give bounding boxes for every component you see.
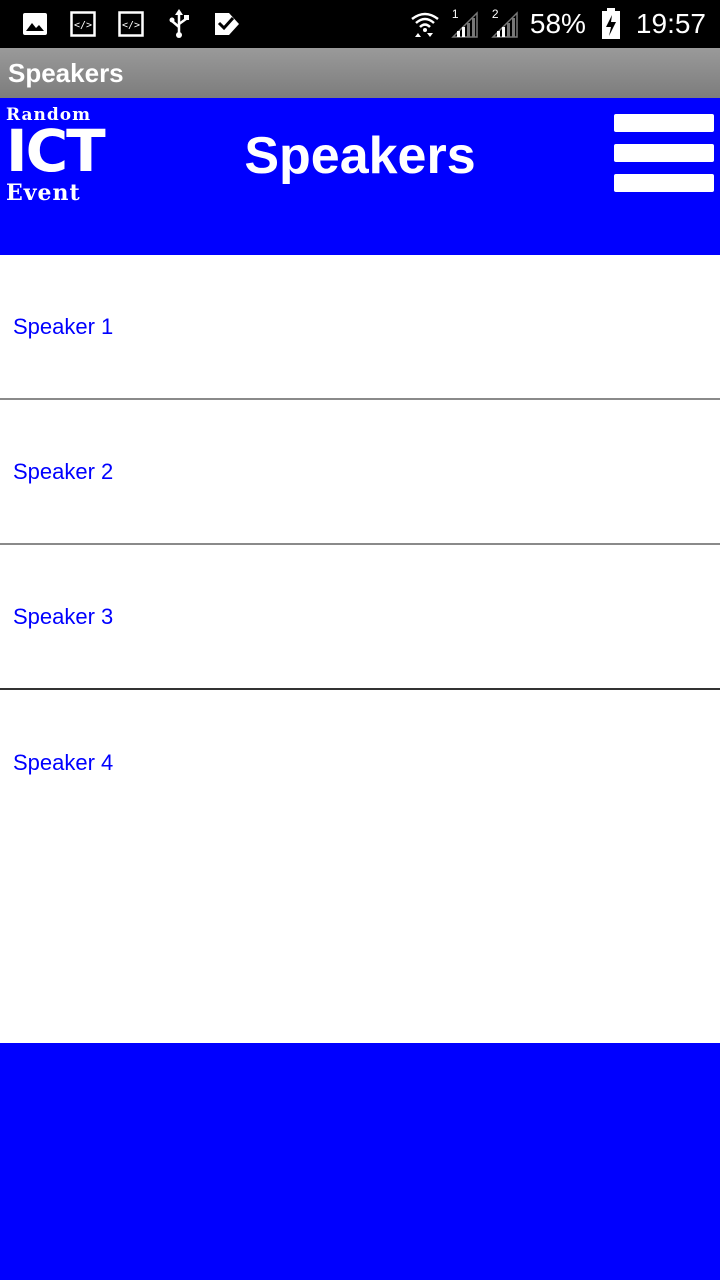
check-badge-icon [212, 9, 242, 39]
svg-text:</>: </> [74, 20, 92, 31]
action-bar-title: Speakers [8, 58, 124, 88]
action-bar: Speakers [0, 48, 720, 98]
signal-sim1-icon: 1 [450, 7, 480, 39]
menu-bar [614, 174, 714, 192]
list-item-speaker-3[interactable]: Speaker 3 [0, 545, 720, 690]
usb-icon [164, 9, 194, 39]
sim2-label: 2 [491, 7, 499, 21]
clock: 19:57 [635, 8, 706, 39]
speaker-list: Speaker 1 Speaker 2 Speaker 3 Speaker 4 [0, 255, 720, 835]
notification-icons: </> </> [20, 0, 242, 48]
status-bar: </> </> 1 2 58% 19:57 [0, 0, 720, 48]
list-item-speaker-1[interactable]: Speaker 1 [0, 255, 720, 400]
hamburger-menu-icon[interactable] [614, 114, 714, 194]
system-icons: 1 2 58% 19:57 [410, 0, 706, 48]
gallery-icon [20, 9, 50, 39]
menu-bar [614, 114, 714, 132]
code-icon: </> [116, 9, 146, 39]
menu-bar [614, 144, 714, 162]
list-item-speaker-2[interactable]: Speaker 2 [0, 400, 720, 545]
logo-line-2: ICT [6, 117, 106, 185]
speaker-link[interactable]: Speaker 3 [13, 604, 113, 630]
logo-line-3: Event [6, 180, 81, 206]
speaker-link[interactable]: Speaker 4 [13, 750, 113, 776]
signal-sim2-icon: 2 [490, 7, 520, 39]
list-item-speaker-4[interactable]: Speaker 4 [0, 690, 720, 835]
page-title: Speakers [244, 127, 476, 185]
event-logo: Random ICT Event [6, 106, 108, 204]
speaker-link[interactable]: Speaker 1 [13, 314, 113, 340]
speaker-link[interactable]: Speaker 2 [13, 459, 113, 485]
sim1-label: 1 [451, 7, 459, 21]
battery-charging-icon [596, 8, 626, 39]
battery-percent: 58% [529, 8, 586, 39]
app-footer [0, 1043, 720, 1280]
code-icon: </> [68, 9, 98, 39]
svg-text:</>: </> [122, 20, 140, 31]
app-header: Random ICT Event Speakers [0, 98, 720, 255]
wifi-icon [410, 9, 440, 39]
